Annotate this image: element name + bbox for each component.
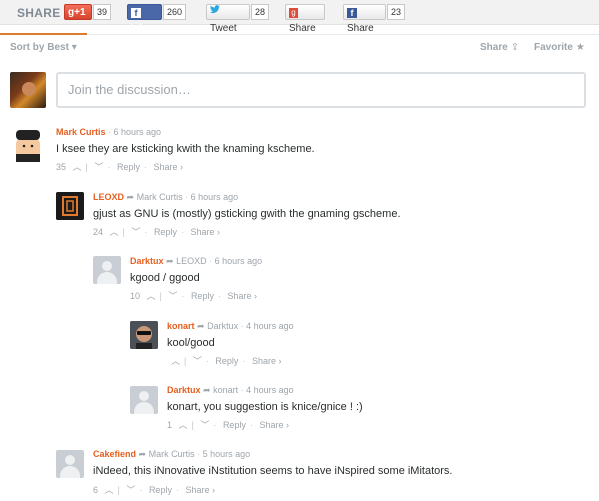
facebook-like-count: 260 [163, 4, 187, 20]
reply-arrow-icon: ➦ [197, 321, 205, 331]
reply-link[interactable]: Reply [149, 485, 172, 495]
google-share-button[interactable]: gShare [285, 4, 325, 34]
share-link[interactable]: Share › [259, 420, 289, 430]
chevron-down-icon: ▾ [71, 42, 77, 53]
share-bar: SHARE g+1 39 fLike 260 Tweet 28 gShare f… [0, 0, 599, 34]
share-link[interactable]: Share › [153, 162, 183, 172]
comment-author[interactable]: Cakefiend [93, 449, 136, 459]
downvote-icon[interactable]: ﹀ [131, 227, 140, 237]
share-link[interactable]: Share › [227, 291, 257, 301]
comment-author[interactable]: Darktux [167, 385, 201, 395]
active-tab-indicator [0, 33, 87, 35]
facebook-share-count: 23 [387, 4, 406, 20]
vote-count: 10 [130, 291, 141, 301]
facebook-icon: f [347, 8, 357, 18]
reply-link[interactable]: Reply [215, 356, 238, 366]
reply-to-author[interactable]: konart [213, 385, 238, 395]
reply-link[interactable]: Reply [191, 291, 214, 301]
reply-to-author[interactable]: Mark Curtis [137, 192, 183, 202]
reply-arrow-icon: ➦ [138, 449, 147, 459]
divider [87, 34, 599, 35]
avatar[interactable] [93, 256, 121, 284]
comment-text: kgood / ggood [130, 272, 200, 284]
google-icon: g [289, 8, 298, 18]
vote-count: 24 [93, 227, 104, 237]
tweet-button[interactable]: Tweet [206, 4, 250, 34]
downvote-icon[interactable]: ﹀ [200, 420, 209, 430]
vote-count: 35 [56, 162, 67, 172]
upvote-icon[interactable]: ︿ [179, 420, 188, 430]
downvote-icon[interactable]: ﹀ [126, 485, 135, 495]
comment-text: konart, you suggestion is knice/gnice ! … [167, 401, 363, 413]
comment-author[interactable]: Mark Curtis [56, 127, 106, 137]
avatar[interactable] [10, 126, 46, 162]
vote-count: 1 [167, 420, 173, 430]
sort-dropdown[interactable]: Sort by Best ▾ [10, 42, 77, 53]
reply-link[interactable]: Reply [223, 420, 246, 430]
gplus-count: 39 [93, 4, 112, 20]
comment-text: I ksee they are ksticking kwith the knam… [56, 143, 315, 155]
vote-count: 6 [93, 485, 99, 495]
downvote-icon[interactable]: ﹀ [168, 291, 177, 301]
downvote-icon[interactable]: ﹀ [94, 162, 103, 172]
comment-time[interactable]: 6 hours ago [191, 192, 239, 202]
share-bar-label: SHARE [17, 6, 61, 20]
tweet-count: 28 [251, 4, 270, 20]
reply-arrow-icon: ➦ [203, 385, 211, 395]
upvote-icon[interactable]: ︿ [105, 485, 114, 495]
gplus-button[interactable]: g+1 [64, 4, 92, 20]
reply-arrow-icon: ➦ [126, 192, 135, 202]
comment-time[interactable]: 5 hours ago [203, 449, 251, 459]
downvote-icon[interactable]: ﹀ [193, 356, 202, 366]
facebook-like-button[interactable]: fLike [127, 4, 162, 34]
comment-time[interactable]: 4 hours ago [246, 385, 294, 395]
share-thread-button[interactable]: Share ⇪ [480, 42, 519, 53]
current-user-avatar [10, 72, 46, 108]
reply-link[interactable]: Reply [117, 162, 140, 172]
reply-arrow-icon: ➦ [166, 256, 174, 266]
reply-to-author[interactable]: LEOXD [176, 256, 207, 266]
avatar[interactable] [56, 450, 84, 478]
star-icon: ★ [575, 42, 585, 53]
upvote-icon[interactable]: ︿ [73, 162, 82, 172]
twitter-bird-icon [210, 5, 220, 15]
facebook-icon: f [131, 8, 141, 18]
share-link[interactable]: Share › [185, 485, 215, 495]
comment-text: iNdeed, this iNnovative iNstitution seem… [93, 465, 453, 477]
upvote-icon[interactable]: ︿ [171, 356, 180, 366]
avatar[interactable] [130, 386, 158, 414]
upvote-icon[interactable]: ︿ [147, 291, 156, 301]
comment-text: kool/good [167, 337, 215, 349]
comment-time[interactable]: 6 hours ago [215, 256, 263, 266]
comment-time[interactable]: 6 hours ago [114, 127, 162, 137]
join-discussion-input[interactable]: Join the discussion… [56, 72, 586, 108]
comment-author[interactable]: konart [167, 321, 195, 331]
reply-link[interactable]: Reply [154, 227, 177, 237]
reply-to-author[interactable]: Darktux [207, 321, 238, 331]
comment-author[interactable]: LEOXD [93, 192, 124, 202]
comment-author[interactable]: Darktux [130, 256, 164, 266]
avatar[interactable] [130, 321, 158, 349]
reply-to-author[interactable]: Mark Curtis [149, 449, 195, 459]
share-link[interactable]: Share › [190, 227, 220, 237]
facebook-share-button[interactable]: fShare [343, 4, 386, 34]
share-icon: ⇪ [510, 42, 520, 53]
favorite-button[interactable]: Favorite ★ [534, 42, 585, 53]
comment-time[interactable]: 4 hours ago [246, 321, 294, 331]
avatar[interactable] [56, 192, 84, 220]
comment-text: gjust as GNU is (mostly) gsticking gwith… [93, 208, 401, 220]
upvote-icon[interactable]: ︿ [110, 227, 119, 237]
share-link[interactable]: Share › [252, 356, 282, 366]
